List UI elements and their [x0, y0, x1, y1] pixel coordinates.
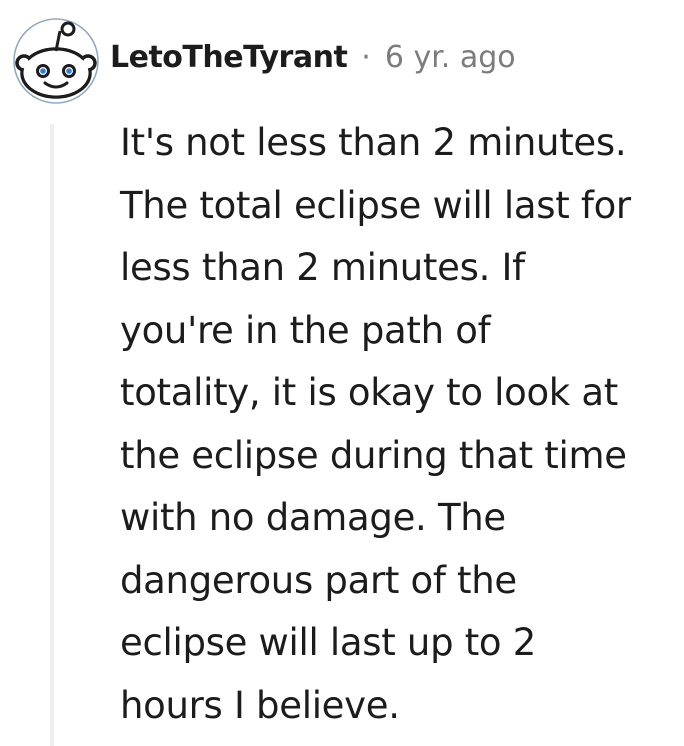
- comment-body-line: eclipse will last up to 2: [120, 621, 536, 664]
- comment-body-line: with no damage. The: [120, 496, 506, 539]
- comment-body-line: It's not less than 2 minutes.: [120, 121, 627, 164]
- comment-body-line: dangerous part of the: [120, 558, 517, 602]
- comment-body-line: The total eclipse will last for: [120, 183, 631, 227]
- author-username[interactable]: LetoTheTyrant: [110, 40, 348, 75]
- comment-body-line: you're in the path of: [120, 308, 491, 352]
- comment-body-line: the eclipse during that time: [120, 433, 627, 477]
- comment-timestamp[interactable]: 6 yr. ago: [385, 40, 516, 75]
- thread-line[interactable]: [50, 124, 54, 746]
- comment-meta: LetoTheTyrant · 6 yr. ago: [110, 40, 516, 75]
- comment-body-line: less than 2 minutes. If: [120, 246, 525, 289]
- comment: LetoTheTyrant · 6 yr. ago It's not less …: [0, 0, 684, 746]
- meta-separator: ·: [361, 39, 371, 75]
- snoo-avatar-icon[interactable]: [12, 17, 100, 105]
- comment-body-line: totality, it is okay to look at: [120, 371, 618, 414]
- comment-body-line: hours I believe.: [120, 683, 400, 727]
- comment-header: LetoTheTyrant · 6 yr. ago: [12, 16, 516, 106]
- comment-body: It's not less than 2 minutes. The total …: [120, 112, 680, 737]
